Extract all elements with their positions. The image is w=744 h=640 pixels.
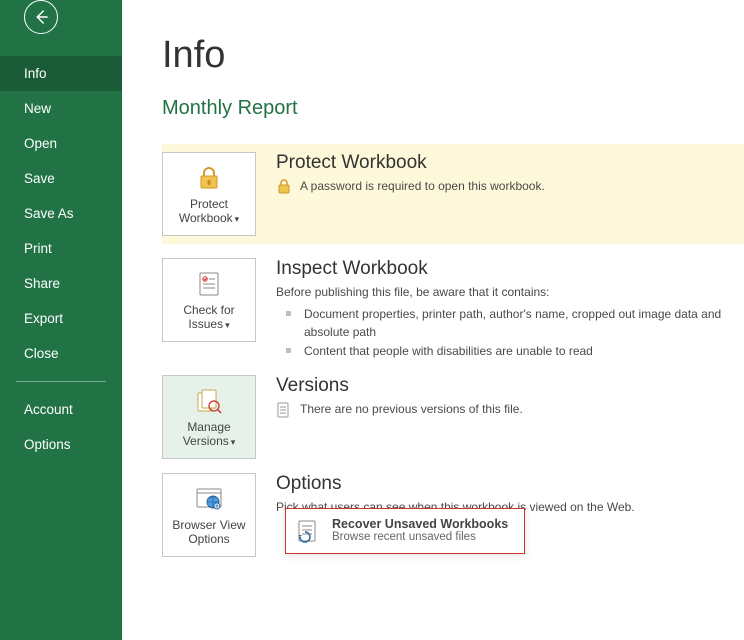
- recover-subtitle: Browse recent unsaved files: [332, 531, 508, 543]
- recover-icon: [296, 519, 322, 545]
- section-versions: Manage Versions▾ Versions There are no p…: [162, 375, 744, 459]
- document-icon: [276, 402, 292, 418]
- versions-icon: [196, 388, 222, 414]
- browser-title: Options: [276, 473, 732, 495]
- inspect-note: Before publishing this file, be aware th…: [276, 284, 732, 301]
- sidebar-item-share[interactable]: Share: [0, 266, 122, 301]
- backstage-sidebar: Info New Open Save Save As Print Share E…: [0, 0, 122, 640]
- back-button[interactable]: [24, 0, 58, 34]
- recover-title: Recover Unsaved Workbooks: [332, 517, 508, 531]
- chevron-down-icon: ▾: [225, 320, 230, 330]
- page-title: Info: [162, 34, 744, 77]
- versions-title: Versions: [276, 375, 732, 397]
- protect-note: A password is required to open this work…: [276, 178, 732, 195]
- sidebar-item-new[interactable]: New: [0, 91, 122, 126]
- sidebar-item-save-as[interactable]: Save As: [0, 196, 122, 231]
- inspect-title: Inspect Workbook: [276, 258, 732, 280]
- sidebar-item-save[interactable]: Save: [0, 161, 122, 196]
- manage-versions-button[interactable]: Manage Versions▾: [162, 375, 256, 459]
- document-name: Monthly Report: [162, 97, 744, 120]
- back-arrow-icon: [32, 8, 50, 26]
- browser-view-options-button[interactable]: Browser View Options: [162, 473, 256, 557]
- sidebar-item-account[interactable]: Account: [0, 392, 122, 427]
- protect-title: Protect Workbook: [276, 152, 732, 174]
- sidebar-item-close[interactable]: Close: [0, 336, 122, 371]
- section-protect: Protect Workbook▾ Protect Workbook A pas…: [162, 144, 744, 244]
- main-panel: Info Monthly Report Protect Workbook▾ Pr…: [122, 0, 744, 640]
- protect-workbook-button[interactable]: Protect Workbook▾: [162, 152, 256, 236]
- sidebar-item-options[interactable]: Options: [0, 427, 122, 462]
- versions-note: There are no previous versions of this f…: [276, 401, 732, 418]
- globe-window-icon: [196, 488, 222, 510]
- list-item: Document properties, printer path, autho…: [276, 305, 732, 341]
- inspect-list: Document properties, printer path, autho…: [276, 305, 732, 360]
- sidebar-item-print[interactable]: Print: [0, 231, 122, 266]
- check-for-issues-button[interactable]: Check for Issues▾: [162, 258, 256, 342]
- sidebar-item-info[interactable]: Info: [0, 56, 122, 91]
- lock-small-icon: [276, 179, 292, 195]
- sidebar-item-export[interactable]: Export: [0, 301, 122, 336]
- sidebar-separator: [16, 381, 106, 382]
- lock-icon: [198, 166, 220, 190]
- sidebar-item-open[interactable]: Open: [0, 126, 122, 161]
- recover-unsaved-menu-item[interactable]: Recover Unsaved Workbooks Browse recent …: [285, 508, 525, 554]
- checklist-icon: [197, 271, 221, 297]
- chevron-down-icon: ▾: [235, 214, 240, 224]
- list-item: Content that people with disabilities ar…: [276, 342, 732, 360]
- chevron-down-icon: ▾: [231, 437, 236, 447]
- section-inspect: Check for Issues▾ Inspect Workbook Befor…: [162, 258, 744, 361]
